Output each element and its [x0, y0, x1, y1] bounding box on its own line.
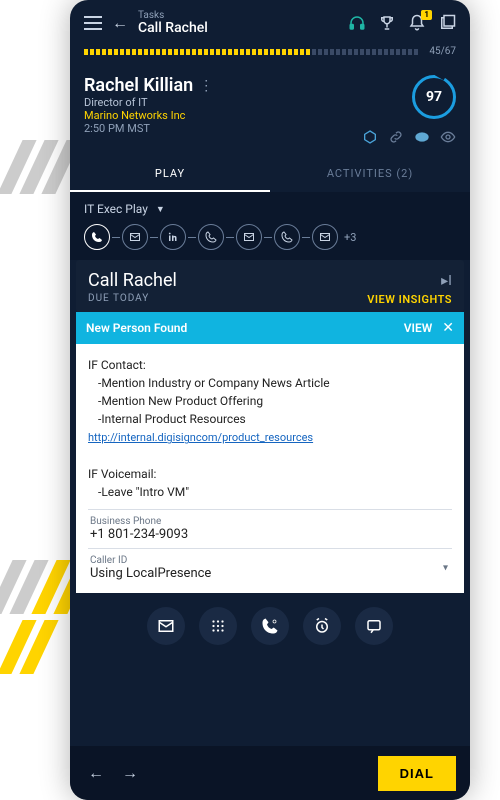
sms-button[interactable]	[355, 607, 393, 645]
voicemail-button[interactable]	[251, 607, 289, 645]
alert-bar: New Person Found VIEW ✕	[76, 312, 464, 344]
alert-view-button[interactable]: VIEW	[404, 321, 433, 335]
if-voicemail-label: IF Voicemail:	[88, 465, 452, 483]
chevron-down-icon: ▾	[443, 562, 448, 573]
alert-panel: New Person Found VIEW ✕ IF Contact: -Men…	[76, 312, 464, 593]
alert-title: New Person Found	[86, 321, 404, 335]
play-name: IT Exec Play	[84, 202, 148, 216]
notes-body: IF Contact: -Mention Industry or Company…	[88, 356, 452, 501]
step-call-3[interactable]	[274, 224, 300, 250]
if-contact-label: IF Contact:	[88, 356, 452, 374]
business-phone-field[interactable]: Business Phone +1 801-234-9093	[88, 509, 452, 548]
close-icon[interactable]: ✕	[442, 320, 454, 336]
bottom-bar: ← → DIAL	[70, 746, 470, 800]
app-window: ← Tasks Call Rachel 1 45/67	[70, 0, 470, 800]
notes-bullet-3: -Internal Product Resources	[88, 410, 452, 428]
action-row	[70, 593, 470, 655]
step-call-1[interactable]	[84, 224, 110, 250]
link-icon[interactable]	[388, 129, 404, 145]
polygon-icon[interactable]	[362, 129, 378, 145]
lead-score[interactable]: 97	[412, 75, 456, 119]
step-linkedin[interactable]	[160, 224, 186, 250]
progress-bar	[84, 49, 421, 55]
vm-bullet: -Leave "Intro VM"	[88, 483, 452, 501]
contact-local-time: 2:50 PM MST	[84, 122, 362, 135]
step-sequence: +3	[84, 224, 456, 250]
chevron-down-icon: ▼	[156, 204, 165, 215]
prev-button[interactable]: ←	[84, 763, 108, 783]
kebab-menu-icon[interactable]: ⋮	[199, 78, 213, 94]
due-label: DUE TODAY	[88, 293, 149, 306]
step-call-2[interactable]	[198, 224, 224, 250]
caller-id-label: Caller ID	[90, 555, 450, 566]
window-icon[interactable]	[438, 14, 456, 32]
task-card: Call Rachel ▸I DUE TODAY VIEW INSIGHTS	[76, 260, 464, 312]
bell-icon[interactable]: 1	[408, 14, 426, 32]
caller-id-field[interactable]: Caller ID Using LocalPresence ▾	[88, 548, 452, 587]
lead-score-value: 97	[426, 89, 442, 105]
header-titles: Tasks Call Rachel	[138, 10, 338, 36]
steps-more[interactable]: +3	[344, 231, 356, 244]
notes-bullet-1: -Mention Industry or Company News Articl…	[88, 374, 452, 392]
notes-card: IF Contact: -Mention Industry or Company…	[76, 344, 464, 593]
dial-button[interactable]: DIAL	[378, 756, 456, 791]
salesforce-icon[interactable]	[414, 129, 430, 145]
business-phone-value: +1 801-234-9093	[90, 527, 450, 542]
progress-text: 45/67	[429, 46, 456, 57]
tab-activities[interactable]: ACTIVITIES (2)	[270, 157, 470, 192]
page-title: Call Rachel	[138, 21, 338, 36]
dialpad-button[interactable]	[199, 607, 237, 645]
reminder-button[interactable]	[303, 607, 341, 645]
tab-bar: PLAY ACTIVITIES (2)	[70, 157, 470, 192]
menu-icon[interactable]	[84, 16, 102, 30]
notes-bullet-2: -Mention New Product Offering	[88, 392, 452, 410]
task-title: Call Rachel	[88, 270, 177, 291]
step-email-2[interactable]	[236, 224, 262, 250]
caller-id-value: Using LocalPresence	[90, 566, 450, 581]
skip-forward-icon[interactable]: ▸I	[441, 273, 452, 289]
header-bar: ← Tasks Call Rachel 1	[70, 0, 470, 42]
play-section: IT Exec Play ▼ +3	[70, 192, 470, 260]
notification-badge: 1	[421, 10, 432, 20]
step-email-3[interactable]	[312, 224, 338, 250]
tab-play[interactable]: PLAY	[70, 157, 270, 192]
headset-icon[interactable]	[348, 14, 366, 32]
header-icons: 1	[348, 14, 456, 32]
email-button[interactable]	[147, 607, 185, 645]
business-phone-label: Business Phone	[90, 516, 450, 527]
play-selector[interactable]: IT Exec Play ▼	[84, 202, 456, 216]
step-email-1[interactable]	[122, 224, 148, 250]
contact-name: Rachel Killian	[84, 75, 193, 96]
next-button[interactable]: →	[118, 763, 142, 783]
view-insights-link[interactable]: VIEW INSIGHTS	[367, 293, 452, 306]
notes-link[interactable]: http://internal.digisigncom/product_reso…	[88, 431, 313, 444]
progress-row: 45/67	[70, 42, 470, 65]
contact-company[interactable]: Marino Networks Inc	[84, 109, 362, 122]
contact-title: Director of IT	[84, 96, 362, 109]
back-button[interactable]: ←	[112, 13, 128, 33]
eye-icon[interactable]	[440, 129, 456, 145]
contact-header: Rachel Killian ⋮ Director of IT Marino N…	[70, 65, 470, 153]
trophy-icon[interactable]	[378, 14, 396, 32]
